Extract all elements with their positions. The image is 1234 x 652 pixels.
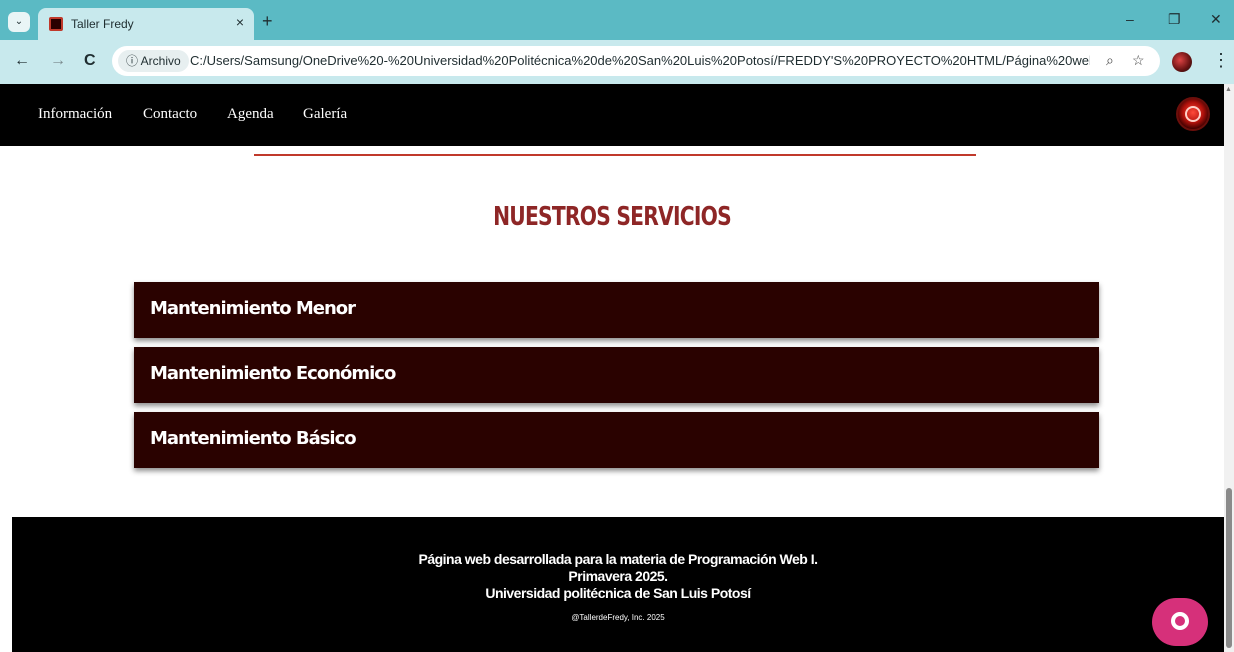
scrollbar-thumb[interactable] xyxy=(1226,488,1232,648)
chat-bubble-icon xyxy=(1171,612,1189,630)
bookmark-star-icon[interactable]: ☆ xyxy=(1132,52,1145,69)
reload-button[interactable]: C xyxy=(84,52,96,70)
logo-emblem-icon xyxy=(1185,106,1201,122)
nav-link-informacion[interactable]: Información xyxy=(38,106,112,123)
url-text[interactable]: C:/Users/Samsung/OneDrive%20-%20Universi… xyxy=(190,53,1090,68)
nav-link-contacto[interactable]: Contacto xyxy=(143,106,197,123)
footer-copyright: @TallerdeFredy, Inc. 2025 xyxy=(571,613,665,622)
forward-button[interactable]: → xyxy=(50,52,66,70)
browser-tab-bar: ⌄ Taller Fredy × + – ❐ ✕ xyxy=(0,0,1234,40)
zoom-icon[interactable]: ⌕ xyxy=(1106,52,1114,69)
minimize-button[interactable]: – xyxy=(1126,11,1134,27)
browser-menu-icon[interactable]: ⋮ xyxy=(1212,50,1230,71)
site-logo[interactable] xyxy=(1176,97,1210,131)
site-info-chip[interactable]: ⓘ Archivo xyxy=(118,50,189,72)
tab-close-icon[interactable]: × xyxy=(236,14,244,30)
service-label: Mantenimiento Básico xyxy=(150,428,357,449)
scroll-up-icon[interactable]: ▲ xyxy=(1225,86,1232,93)
browser-toolbar: ← → C ⓘ Archivo C:/Users/Samsung/OneDriv… xyxy=(0,40,1234,84)
site-navbar: Información Contacto Agenda Galería xyxy=(0,84,1224,146)
service-label: Mantenimiento Económico xyxy=(150,363,396,384)
divider xyxy=(254,154,976,156)
section-title: NUESTROS SERVICIOS xyxy=(493,202,732,232)
tab-search-button[interactable]: ⌄ xyxy=(8,12,30,32)
nav-link-galeria[interactable]: Galería xyxy=(303,106,347,123)
site-footer: Página web desarrollada para la materia … xyxy=(12,517,1224,652)
address-bar[interactable]: ⓘ Archivo C:/Users/Samsung/OneDrive%20-%… xyxy=(112,46,1160,76)
footer-term-text: Primavera 2025. xyxy=(568,568,668,584)
chat-widget-button[interactable] xyxy=(1152,598,1208,646)
page-viewport: Información Contacto Agenda Galería NUES… xyxy=(0,84,1224,652)
footer-university-text: Universidad politécnica de San Luis Poto… xyxy=(485,585,751,601)
page-scrollbar[interactable]: ▲ xyxy=(1224,84,1234,652)
favicon-icon xyxy=(49,17,63,31)
back-button[interactable]: ← xyxy=(14,52,30,70)
service-accordion-basico[interactable]: Mantenimiento Básico xyxy=(134,412,1099,468)
profile-avatar[interactable] xyxy=(1172,52,1192,72)
restore-button[interactable]: ❐ xyxy=(1168,11,1181,28)
service-accordion-economico[interactable]: Mantenimiento Económico xyxy=(134,347,1099,403)
tab-title: Taller Fredy xyxy=(71,17,134,31)
service-label: Mantenimiento Menor xyxy=(150,298,356,319)
service-accordion-menor[interactable]: Mantenimiento Menor xyxy=(134,282,1099,338)
nav-link-agenda[interactable]: Agenda xyxy=(227,106,274,123)
new-tab-button[interactable]: + xyxy=(262,12,273,30)
close-window-button[interactable]: ✕ xyxy=(1210,11,1222,28)
browser-tab[interactable]: Taller Fredy × xyxy=(38,8,254,40)
footer-course-text: Página web desarrollada para la materia … xyxy=(418,551,818,567)
